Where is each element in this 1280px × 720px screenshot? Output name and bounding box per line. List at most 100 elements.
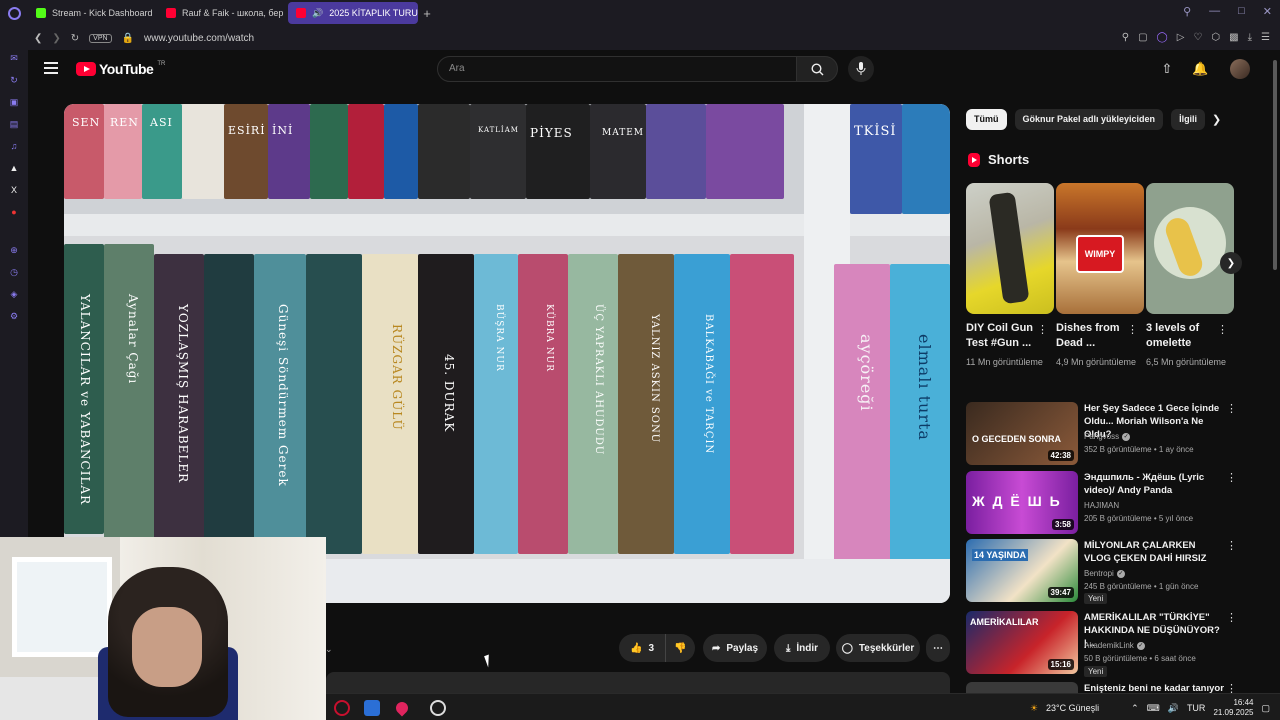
x-icon[interactable]: X: [8, 184, 20, 196]
download-icon[interactable]: ⤓: [1248, 32, 1252, 43]
puzzle-icon[interactable]: ▩: [1229, 32, 1238, 43]
video-player[interactable]: SEN REN ASI ESİRİ İNİ KATLİAM PİYES MATE…: [64, 104, 950, 603]
notification-icon[interactable]: ▢: [1261, 703, 1270, 714]
maximize-icon[interactable]: □: [1238, 5, 1245, 18]
url-field[interactable]: www.youtube.com/watch: [144, 33, 254, 44]
youtube-logo[interactable]: YouTube TR: [76, 61, 165, 77]
chevron-right-icon[interactable]: ❯: [1212, 113, 1221, 126]
refresh-sidebar-icon[interactable]: ↻: [8, 74, 20, 86]
history-icon[interactable]: ◷: [8, 266, 20, 278]
spine-title: ESİRİ: [228, 124, 266, 137]
description-box[interactable]: [326, 672, 950, 694]
recommended-video[interactable]: Ж Д Ё Ш Ь 3:58 Эндшпиль - Ждёшь (Lyric v…: [966, 471, 1266, 535]
video-title: Enişteniz beni ne kadar tanıyor: [1084, 683, 1224, 693]
back-icon[interactable]: ❮: [34, 33, 42, 44]
opera-gx-taskbar-icon[interactable]: [334, 700, 350, 716]
thumb-text: AMERİKALILAR: [970, 617, 1039, 627]
more-actions-button[interactable]: ⋯: [926, 634, 950, 662]
more-vertical-icon[interactable]: ⋮: [1127, 323, 1138, 336]
download-button[interactable]: ⤓ İndir: [774, 634, 830, 662]
spine-title: REN: [110, 116, 139, 129]
tab-kick[interactable]: Stream - Kick Dashboard: [28, 2, 158, 24]
more-vertical-icon[interactable]: ⋮: [1226, 682, 1237, 693]
search-button[interactable]: [796, 56, 838, 82]
new-tab-button[interactable]: +: [418, 6, 436, 21]
notifications-bell-icon[interactable]: 🔔: [1192, 61, 1208, 77]
cube-icon[interactable]: ⬡: [1211, 32, 1220, 43]
network-icon[interactable]: ⌨: [1147, 703, 1160, 714]
volume-icon[interactable]: 🔊: [1168, 703, 1179, 714]
shorts-next-button[interactable]: ❯: [1220, 252, 1242, 274]
obs-taskbar-icon[interactable]: [430, 700, 446, 716]
news-icon[interactable]: ▤: [8, 118, 20, 130]
chip-related[interactable]: İlgili: [1171, 109, 1206, 130]
like-button[interactable]: 👍 3: [619, 634, 665, 662]
language-indicator[interactable]: TUR: [1187, 703, 1206, 713]
tab-label: Rauf & Faik - школа, бер: [182, 8, 284, 18]
scrollbar-thumb[interactable]: [1273, 60, 1277, 270]
thanks-button[interactable]: ◯ Teşekkürler: [836, 634, 920, 662]
spine-title: TKİSİ: [854, 124, 897, 139]
share-button[interactable]: ➦ Paylaş: [703, 634, 767, 662]
forward-icon[interactable]: ❯: [52, 33, 60, 44]
search-tabs-icon[interactable]: ⚲: [1183, 5, 1191, 18]
reload-icon[interactable]: ↻: [71, 33, 79, 44]
heart-icon[interactable]: ♡: [1193, 32, 1202, 43]
short-item[interactable]: WIMPY Dishes from Dead ... 4,9 Mn görünt…: [1056, 183, 1144, 369]
opera-logo-icon[interactable]: [0, 0, 28, 26]
page-scrollbar[interactable]: [1272, 52, 1278, 692]
tab-active-video[interactable]: 🔊 2025 KİTAPLIK TURU: [288, 2, 418, 24]
vpn-badge[interactable]: VPN: [89, 33, 112, 43]
microphone-icon: [856, 62, 866, 75]
extensions-icon[interactable]: ◈: [8, 288, 20, 300]
recommended-video[interactable]: Enişteniz beni ne kadar tanıyor ⋮: [966, 682, 1266, 693]
plus-icon[interactable]: ⊕: [8, 244, 20, 256]
bag-icon[interactable]: ▣: [8, 96, 20, 108]
spine-title: BALKABAĞI ve TARÇIN: [703, 314, 714, 455]
more-vertical-icon[interactable]: ⋮: [1217, 323, 1228, 336]
book-spine: [706, 104, 784, 199]
menu-icon[interactable]: ☰: [1261, 32, 1270, 43]
more-vertical-icon[interactable]: ⋮: [1037, 323, 1048, 336]
music-icon[interactable]: ♫: [8, 140, 20, 152]
chip-from-uploader[interactable]: Göknur Pakel adlı yükleyiciden: [1014, 109, 1164, 130]
hamburger-menu-icon[interactable]: [44, 62, 58, 74]
chevron-down-icon[interactable]: ⌄: [325, 644, 333, 655]
map-pin-taskbar-icon[interactable]: [393, 699, 411, 717]
voice-search-button[interactable]: [848, 56, 874, 82]
dislike-button[interactable]: 👎: [665, 634, 695, 662]
recommended-video[interactable]: AMERİKALILAR 15:16 AMERİKALILAR "TÜRKİYE…: [966, 611, 1266, 677]
channel-label: HAJIMAN: [1084, 501, 1120, 510]
messenger-icon[interactable]: ✉: [8, 52, 20, 64]
close-icon[interactable]: ✕: [1263, 5, 1272, 18]
recommended-video[interactable]: 14 YAŞINDA 39:47 MİLYONLAR ÇALARKEN VLOG…: [966, 539, 1266, 604]
search-input[interactable]: Ara: [437, 56, 797, 82]
video-thumbnail: [966, 682, 1078, 693]
more-vertical-icon[interactable]: ⋮: [1226, 611, 1237, 624]
weather-text[interactable]: 23°C Güneşli: [1046, 703, 1099, 713]
more-vertical-icon[interactable]: ⋮: [1226, 471, 1237, 484]
upload-icon[interactable]: ⇧: [1159, 61, 1175, 77]
shield-icon[interactable]: ◯: [1157, 32, 1168, 43]
channel-name: Bentropi ✓: [1084, 569, 1125, 578]
browser-tab-bar: Stream - Kick Dashboard Rauf & Faik - шк…: [0, 0, 1280, 26]
user-avatar[interactable]: [1230, 59, 1250, 79]
play-icon[interactable]: ▷: [1177, 32, 1185, 43]
youtube-region-code: TR: [157, 61, 166, 67]
tab-rauf-faik[interactable]: Rauf & Faik - школа, бер: [158, 2, 288, 24]
arrow-app-icon[interactable]: ▲: [8, 162, 20, 174]
app-red-icon[interactable]: ●: [8, 206, 20, 218]
settings-icon[interactable]: ⚙: [8, 310, 20, 322]
chip-all[interactable]: Tümü: [966, 109, 1007, 130]
minimize-icon[interactable]: —: [1209, 5, 1220, 18]
window-app-taskbar-icon[interactable]: [364, 700, 380, 716]
more-vertical-icon[interactable]: ⋮: [1226, 539, 1237, 552]
chevron-up-icon[interactable]: ⌃: [1131, 703, 1139, 714]
more-vertical-icon[interactable]: ⋮: [1226, 402, 1237, 415]
clock[interactable]: 16:44 21.09.2025: [1213, 698, 1253, 718]
short-item[interactable]: DIY Coil Gun Test #Gun ... 11 Mn görüntü…: [966, 183, 1054, 369]
snapshot-icon[interactable]: ▢: [1138, 32, 1147, 43]
recommended-video[interactable]: O GECEDEN SONRA 42:38 Her Şey Sadece 1 G…: [966, 402, 1266, 466]
short-item[interactable]: 3 levels of omelette 6,5 Mn görüntüleme …: [1146, 183, 1234, 369]
pin-icon[interactable]: ⚲: [1122, 32, 1129, 43]
